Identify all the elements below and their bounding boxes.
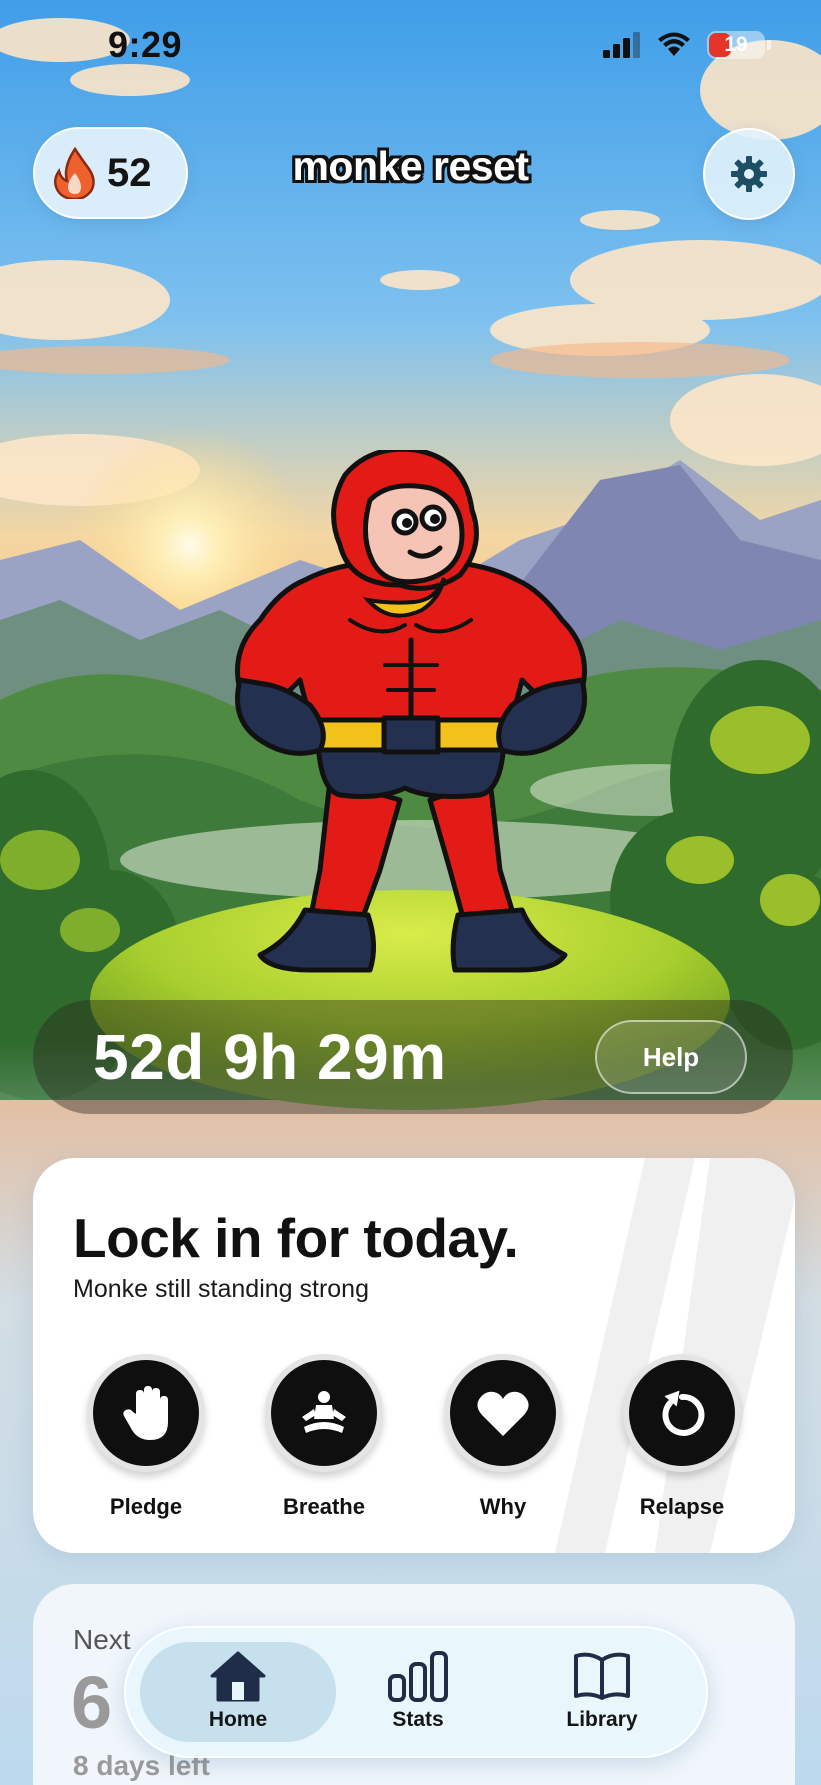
relapse-button[interactable]: Relapse [602,1354,762,1524]
streak-timer: 52d 9h 29m Help [33,1000,793,1114]
heart-icon [477,1391,529,1436]
breathe-button[interactable]: Breathe [244,1354,404,1524]
relapse-label: Relapse [639,1494,725,1519]
tab-library[interactable]: Library [512,1650,692,1740]
breathe-label: Breathe [283,1494,365,1519]
cellular-signal-icon [603,32,640,58]
next-milestone-label: Next [73,1624,131,1655]
tab-home[interactable]: Home [148,1650,328,1740]
home-icon [210,1651,266,1702]
tab-library-label: Library [566,1708,638,1731]
tab-stats-label: Stats [392,1708,444,1731]
battery-percent: 19 [724,33,748,56]
tab-home-label: Home [208,1708,268,1731]
next-milestone-value: 6 [71,1661,113,1744]
status-icons: 19 [603,31,771,59]
lock-in-title: Lock in for today. [73,1207,519,1269]
status-time: 9:29 [108,24,183,65]
battery-icon: 19 [707,31,771,59]
tab-stats[interactable]: Stats [328,1650,508,1740]
lock-in-subtitle: Monke still standing strong [73,1275,369,1303]
timer-elapsed: 52d 9h 29m [93,1021,447,1093]
settings-button[interactable] [703,128,795,220]
gear-icon [731,156,767,192]
reset-icon [662,1390,705,1436]
daily-actions: Pledge Breathe Why Relapse [33,1354,795,1524]
pledge-button[interactable]: Pledge [66,1354,226,1524]
lock-in-card: Lock in for today. Monke still standing … [33,1158,795,1553]
status-bar: 9:29 19 [0,0,821,90]
book-icon [574,1652,630,1700]
meditation-icon [302,1391,346,1433]
monke-mascot-illustration [235,450,587,973]
hand-icon [123,1386,168,1440]
app-title: monke reset [292,143,529,189]
pledge-label: Pledge [109,1494,183,1519]
why-button[interactable]: Why [423,1354,583,1524]
help-button[interactable]: Help [595,1020,747,1094]
why-label: Why [479,1494,527,1519]
bar-chart-icon [388,1651,448,1702]
wifi-icon [658,32,690,56]
bottom-tab-bar: Home Stats Library [124,1626,708,1758]
